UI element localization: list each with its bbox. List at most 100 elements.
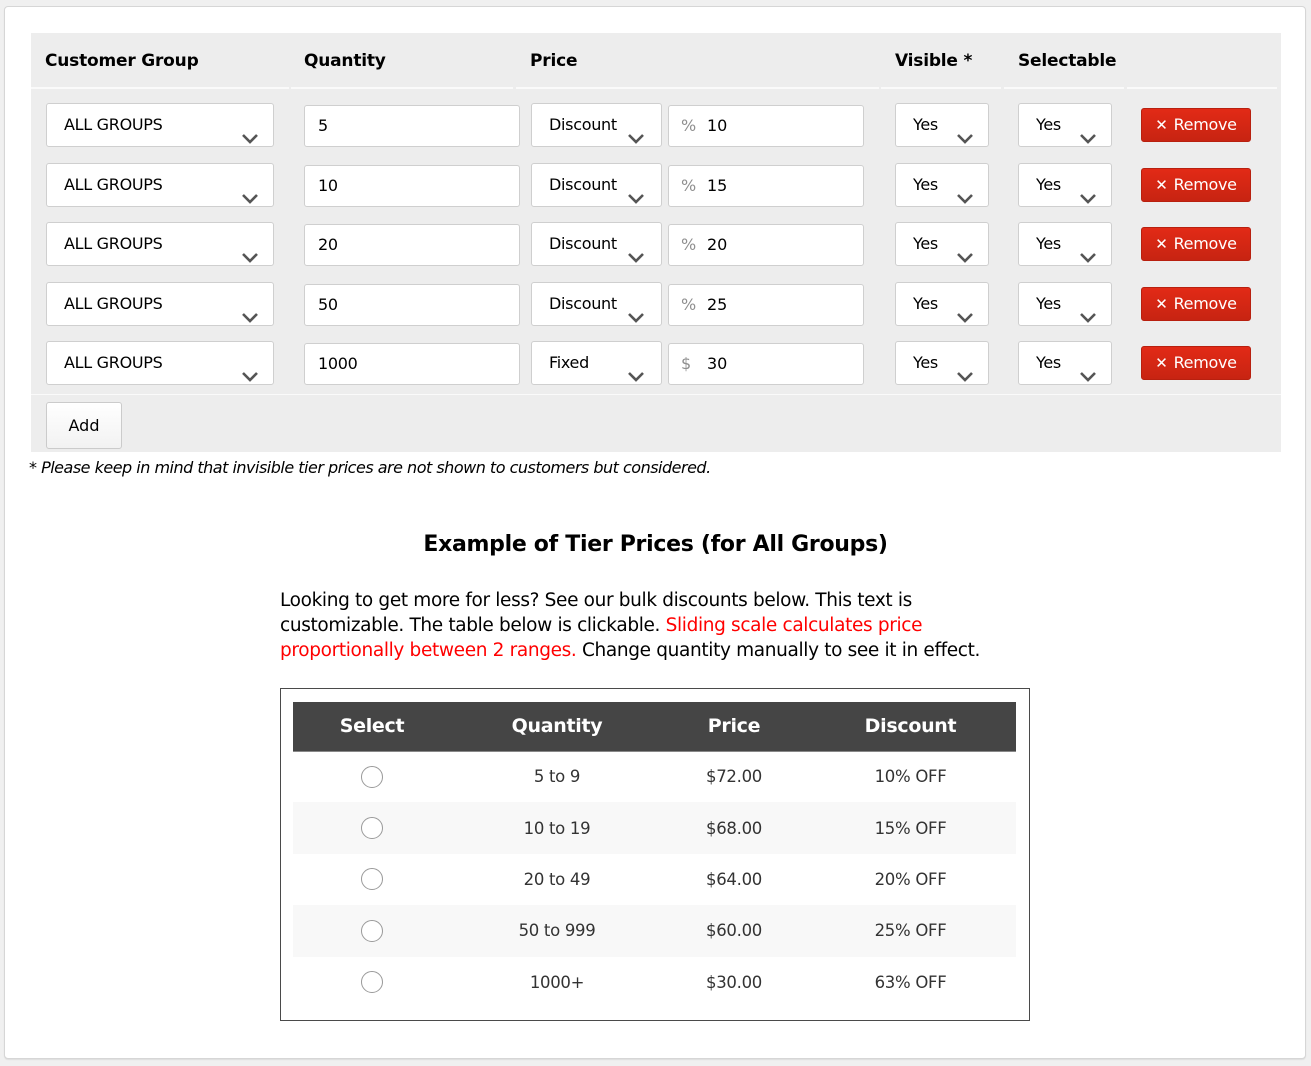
remove-tier-button[interactable]: ✕ Remove [1141,287,1251,321]
price-type-select[interactable]: Discount [531,282,662,326]
selectable-select[interactable]: Yes [1018,282,1112,326]
price-type-select[interactable]: Discount [531,222,662,266]
chevron-down-icon [956,179,974,204]
remove-tier-button[interactable]: ✕ Remove [1141,346,1251,380]
chevron-down-icon [1079,298,1097,323]
price-type-value: Discount [549,294,617,313]
selectable-select[interactable]: Yes [1018,163,1112,207]
close-icon: ✕ [1155,176,1168,194]
remove-tier-button[interactable]: ✕ Remove [1141,108,1251,142]
price-prefix: % [681,295,697,314]
example-description: Looking to get more for less? See our bu… [280,588,1000,663]
selectable-select[interactable]: Yes [1018,103,1112,147]
customer-group-select[interactable]: ALL GROUPS [46,341,274,385]
visible-value: Yes [913,115,938,134]
price-type-value: Discount [549,234,617,253]
quantity-input[interactable]: 50 [304,284,520,326]
visible-select[interactable]: Yes [895,163,989,207]
remove-tier-button[interactable]: ✕ Remove [1141,168,1251,202]
table-row[interactable]: 1000+ $30.00 63% OFF [293,957,1016,1008]
price-type-select[interactable]: Fixed [531,341,662,385]
discount-cell: 25% OFF [805,905,1016,957]
customer-group-select[interactable]: ALL GROUPS [46,222,274,266]
quantity-input[interactable]: 5 [304,105,520,147]
quantity-value: 10 [318,176,338,195]
select-cell [293,854,451,905]
visible-value: Yes [913,234,938,253]
chevron-down-icon [241,357,259,382]
column-header-select: Select [293,702,451,752]
price-type-value: Discount [549,175,617,194]
selectable-select[interactable]: Yes [1018,341,1112,385]
customer-group-select[interactable]: ALL GROUPS [46,103,274,147]
price-prefix: % [681,235,697,254]
header-customer-group: Customer Group [31,33,289,89]
price-prefix: $ [681,354,692,373]
customer-group-value: ALL GROUPS [64,353,163,372]
chevron-down-icon [241,179,259,204]
price-value-input[interactable]: $30 [668,343,864,385]
price-value-input[interactable]: % 25 [668,284,864,326]
chevron-down-icon [627,119,645,144]
chevron-down-icon [956,298,974,323]
quantity-input[interactable]: 1000 [304,343,520,385]
visible-select[interactable]: Yes [895,282,989,326]
selectable-value: Yes [1036,234,1061,253]
customer-group-value: ALL GROUPS [64,234,163,253]
quantity-cell: 5 to 9 [533,767,581,787]
header-price: Price [516,33,879,89]
quantity-value: 50 [318,295,338,314]
visible-select[interactable]: Yes [895,103,989,147]
quantity-value: 20 [318,235,338,254]
header-selectable: Selectable [1004,33,1124,89]
remove-label: Remove [1173,353,1237,372]
table-row[interactable]: 5 to 9 $72.00 10% OFF [293,751,1016,802]
table-row[interactable]: 10 to 19 $68.00 15% OFF [293,802,1016,854]
close-icon: ✕ [1155,295,1168,313]
chevron-down-icon [241,238,259,263]
price-type-select[interactable]: Discount [531,163,662,207]
tier-radio[interactable] [361,919,383,942]
discount-cell: 20% OFF [874,869,947,889]
tier-radio[interactable] [361,765,383,788]
price-value-input[interactable]: % 15 [668,165,864,207]
price-type-select[interactable]: Discount [531,103,662,147]
tier-radio[interactable] [361,971,383,994]
tier-radio[interactable] [361,868,383,891]
add-tier-button[interactable]: Add [46,402,122,449]
price-type-value: Fixed [549,353,589,372]
table-row[interactable]: 50 to 999 $60.00 25% OFF [293,905,1016,957]
tier-radio[interactable] [361,817,383,840]
table-row[interactable]: 20 to 49 $64.00 20% OFF [293,854,1016,905]
chevron-down-icon [1079,119,1097,144]
column-header-quantity: Quantity [451,702,663,752]
tier-price-editor: Customer Group Quantity Price Visible * … [31,33,1281,452]
divider [31,394,1281,395]
table-header-row: Select Quantity Price Discount [293,702,1016,752]
visible-select[interactable]: Yes [895,341,989,385]
customer-group-select[interactable]: ALL GROUPS [46,282,274,326]
tier-price-table: Select Quantity Price Discount 5 to 9 $72… [293,702,1016,1008]
selectable-value: Yes [1036,294,1061,313]
price-value-input[interactable]: % 20 [668,224,864,266]
column-header-discount: Discount [805,702,1016,752]
visible-value: Yes [913,294,938,313]
select-cell [293,802,451,854]
customer-group-select[interactable]: ALL GROUPS [46,163,274,207]
quantity-input[interactable]: 10 [304,165,520,207]
price-value-input[interactable]: % 10 [668,105,864,147]
select-cell [293,751,451,802]
quantity-cell: 1000+ [529,972,585,992]
quantity-input[interactable]: 20 [304,224,520,266]
selectable-select[interactable]: Yes [1018,222,1112,266]
customer-group-value: ALL GROUPS [64,294,163,313]
quantity-cell: 50 to 999 [451,905,663,957]
price-cell: $64.00 [706,869,762,889]
price-cell: $72.00 [706,767,762,787]
close-icon: ✕ [1155,235,1168,253]
chevron-down-icon [1079,179,1097,204]
remove-tier-button[interactable]: ✕ Remove [1141,227,1251,261]
visible-select[interactable]: Yes [895,222,989,266]
chevron-down-icon [241,119,259,144]
customer-group-value: ALL GROUPS [64,115,163,134]
